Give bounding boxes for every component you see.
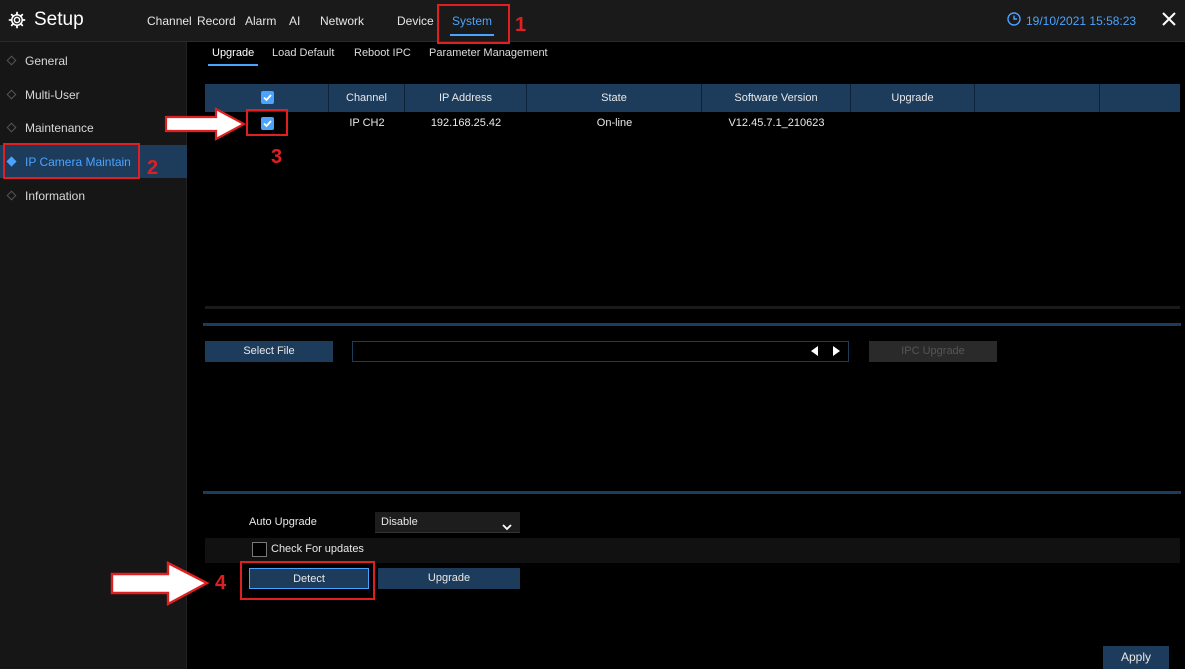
column-header-software-version: Software Version <box>702 84 851 112</box>
annotation-highlight-box <box>437 4 510 44</box>
select-file-button[interactable]: Select File <box>205 341 333 362</box>
annotation-highlight-box <box>3 143 140 179</box>
sidebar-item-multi-user[interactable]: Multi-User <box>0 78 187 111</box>
section-divider <box>203 491 1181 494</box>
annotation-arrow-icon <box>164 107 246 141</box>
tab-alarm[interactable]: Alarm <box>245 14 276 28</box>
camera-table-header: Channel IP Address State Software Versio… <box>205 84 1180 112</box>
apply-button[interactable]: Apply <box>1103 646 1169 669</box>
subtab-load-default[interactable]: Load Default <box>272 47 334 59</box>
arrow-left-icon[interactable] <box>811 346 818 356</box>
table-scrollbar[interactable] <box>205 306 1180 309</box>
tab-network[interactable]: Network <box>320 14 364 28</box>
annotation-arrow-icon <box>110 561 210 606</box>
auto-upgrade-select[interactable]: Disable <box>375 512 520 533</box>
annotation-highlight-box <box>246 109 288 136</box>
sidebar-item-label: General <box>25 53 68 68</box>
subtab-reboot-ipc[interactable]: Reboot IPC <box>354 47 411 59</box>
row-ip-address: 192.168.25.42 <box>430 117 502 129</box>
diamond-icon <box>6 122 17 133</box>
ipc-upgrade-button[interactable]: IPC Upgrade <box>869 341 997 362</box>
check-updates-checkbox[interactable] <box>252 542 267 557</box>
diamond-icon <box>6 55 17 66</box>
select-all-checkbox[interactable] <box>261 91 274 104</box>
top-bar: Setup Channel Record Alarm AI Network De… <box>0 0 1185 42</box>
arrow-right-icon[interactable] <box>833 346 840 356</box>
upgrade-button[interactable]: Upgrade <box>378 568 520 589</box>
column-header-channel: Channel <box>329 84 405 112</box>
subtab-upgrade[interactable]: Upgrade <box>207 47 259 66</box>
row-software-version: V12.45.7.1_210623 <box>728 117 825 129</box>
row-state: On-line <box>596 117 633 129</box>
tab-ai[interactable]: AI <box>289 14 300 28</box>
column-header-ip-address: IP Address <box>405 84 527 112</box>
annotation-number: 4 <box>215 572 227 594</box>
subtab-parameter-management[interactable]: Parameter Management <box>429 47 548 59</box>
section-divider <box>203 323 1181 326</box>
row-channel: IP CH2 <box>349 117 385 129</box>
tab-device[interactable]: Device <box>397 14 434 28</box>
close-icon[interactable] <box>1160 10 1178 31</box>
column-header-empty <box>1100 84 1180 112</box>
annotation-number: 3 <box>271 146 283 168</box>
datetime-text: 19/10/2021 15:58:23 <box>1026 13 1137 28</box>
sidebar-item-general[interactable]: General <box>0 44 187 77</box>
auto-upgrade-value: Disable <box>381 516 418 528</box>
chevron-down-icon <box>502 518 512 539</box>
annotation-number: 1 <box>515 14 527 36</box>
page-title: Setup <box>34 9 84 30</box>
column-header-upgrade: Upgrade <box>851 84 975 112</box>
tab-channel[interactable]: Channel <box>147 14 192 28</box>
sidebar-item-information[interactable]: Information <box>0 179 187 212</box>
sidebar-item-maintenance[interactable]: Maintenance <box>0 111 187 144</box>
sidebar-item-label: Multi-User <box>25 87 80 102</box>
column-header-empty <box>975 84 1100 112</box>
tab-record[interactable]: Record <box>197 14 236 28</box>
sidebar-item-label: Maintenance <box>25 120 94 135</box>
auto-upgrade-label: Auto Upgrade <box>249 516 317 528</box>
file-path-field[interactable] <box>352 341 849 362</box>
datetime-display: 19/10/2021 15:58:23 <box>1007 12 1136 29</box>
sidebar-item-label: Information <box>25 188 86 203</box>
annotation-number: 2 <box>147 157 159 179</box>
annotation-highlight-box <box>240 561 375 600</box>
gear-icon <box>8 11 26 29</box>
column-header-state: State <box>527 84 702 112</box>
check-updates-label: Check For updates <box>271 543 364 555</box>
diamond-icon <box>6 89 17 100</box>
setup-header: Setup <box>8 9 84 31</box>
diamond-icon <box>6 190 17 201</box>
clock-icon <box>1007 12 1021 29</box>
